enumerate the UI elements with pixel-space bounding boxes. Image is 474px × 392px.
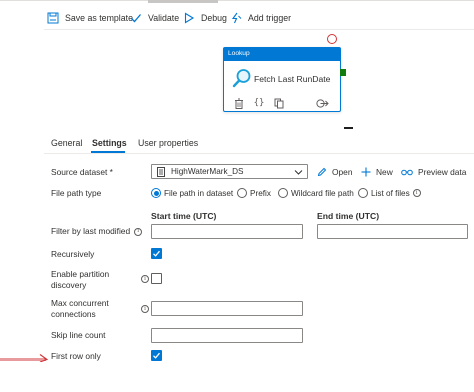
max-concurrent-input[interactable] (151, 301, 303, 316)
end-time-heading: End time (UTC) (317, 211, 380, 221)
start-time-heading: Start time (UTC) (151, 211, 217, 221)
checkmark-icon (129, 11, 143, 25)
output-arrow-icon[interactable] (315, 97, 329, 109)
validate-label: Validate (148, 13, 180, 23)
radio-unselected-icon (358, 188, 368, 198)
new-label: New (376, 167, 393, 177)
save-as-template-label: Save as template (65, 13, 133, 23)
radio-list-of-files[interactable]: List of files i (358, 187, 421, 199)
add-trigger-label: Add trigger (248, 13, 292, 23)
plus-icon (361, 167, 371, 177)
chevron-down-icon (294, 168, 303, 178)
new-dataset-button[interactable]: New (361, 166, 393, 178)
tab-general[interactable]: General (51, 138, 82, 148)
required-marker: * (109, 167, 113, 177)
lightning-icon (229, 11, 243, 25)
failure-port-icon[interactable] (327, 34, 337, 44)
play-icon (182, 11, 196, 25)
dataset-icon (157, 166, 165, 177)
preview-data-button[interactable]: Preview data (401, 166, 466, 178)
open-label: Open (332, 167, 353, 177)
checkmark-icon (153, 250, 160, 257)
radio-prefix[interactable]: Prefix (237, 187, 271, 199)
source-dataset-value: HighWaterMark_DS (171, 167, 244, 176)
radio-unselected-icon (237, 188, 247, 198)
partition-discovery-checkbox[interactable] (151, 273, 162, 284)
max-concurrent-label: Max concurrent connections (51, 298, 109, 319)
lookup-search-icon (232, 68, 252, 88)
info-icon[interactable]: i (412, 189, 421, 197)
save-template-icon (46, 11, 60, 25)
radio-selected-icon (151, 188, 161, 198)
partition-discovery-label: Enable partition discovery (51, 269, 110, 290)
activity-type-header: Lookup (224, 48, 340, 61)
open-dataset-button[interactable]: Open (317, 166, 353, 178)
info-icon[interactable]: i (141, 305, 149, 313)
tab-user-properties[interactable]: User properties (138, 138, 198, 148)
toolbar-divider (44, 29, 474, 30)
code-icon[interactable]: {} (253, 97, 265, 109)
save-as-template-button[interactable]: Save as template (46, 10, 133, 26)
end-time-input[interactable] (317, 224, 468, 239)
filter-last-modified-label: Filter by last modified i (51, 226, 143, 237)
checkmark-icon (153, 352, 160, 359)
radio-wildcard-file-path[interactable]: Wildcard file path (278, 187, 354, 199)
add-trigger-button[interactable]: Add trigger (229, 10, 291, 26)
window-top-border (0, 0, 474, 1)
edit-pencil-icon (317, 167, 327, 177)
recursively-checkbox[interactable] (151, 248, 162, 259)
preview-data-label: Preview data (418, 167, 467, 177)
delete-icon[interactable] (233, 97, 245, 109)
debug-button[interactable]: Debug (182, 10, 227, 26)
file-path-type-label: File path type (51, 188, 102, 198)
annotation-arrow-icon (0, 350, 52, 363)
validate-button[interactable]: Validate (129, 10, 179, 26)
cursor-mark (344, 127, 353, 129)
skip-line-count-label: Skip line count (51, 330, 106, 340)
radio-file-path-in-dataset[interactable]: File path in dataset (151, 187, 233, 199)
lookup-activity-card[interactable]: Lookup Fetch Last RunDate {} (223, 47, 341, 112)
activity-name: Fetch Last RunDate (254, 74, 331, 84)
source-dataset-select[interactable]: HighWaterMark_DS (151, 164, 308, 179)
copy-icon[interactable] (273, 97, 285, 109)
debug-label: Debug (201, 13, 227, 23)
tab-settings[interactable]: Settings (92, 138, 127, 148)
first-row-only-label: First row only (51, 351, 101, 361)
source-dataset-label: Source dataset * (51, 167, 113, 177)
recursively-label: Recursively (51, 249, 95, 259)
radio-unselected-icon (278, 188, 288, 198)
tabs-divider (44, 153, 474, 154)
skip-line-count-input[interactable] (151, 328, 303, 343)
first-row-only-checkbox[interactable] (151, 350, 162, 361)
start-time-input[interactable] (151, 224, 303, 239)
info-icon[interactable]: i (134, 227, 143, 236)
pipeline-tab-edge (148, 0, 218, 3)
info-icon[interactable]: i (141, 275, 149, 283)
glasses-icon (401, 168, 413, 176)
success-port-icon[interactable] (340, 69, 346, 76)
